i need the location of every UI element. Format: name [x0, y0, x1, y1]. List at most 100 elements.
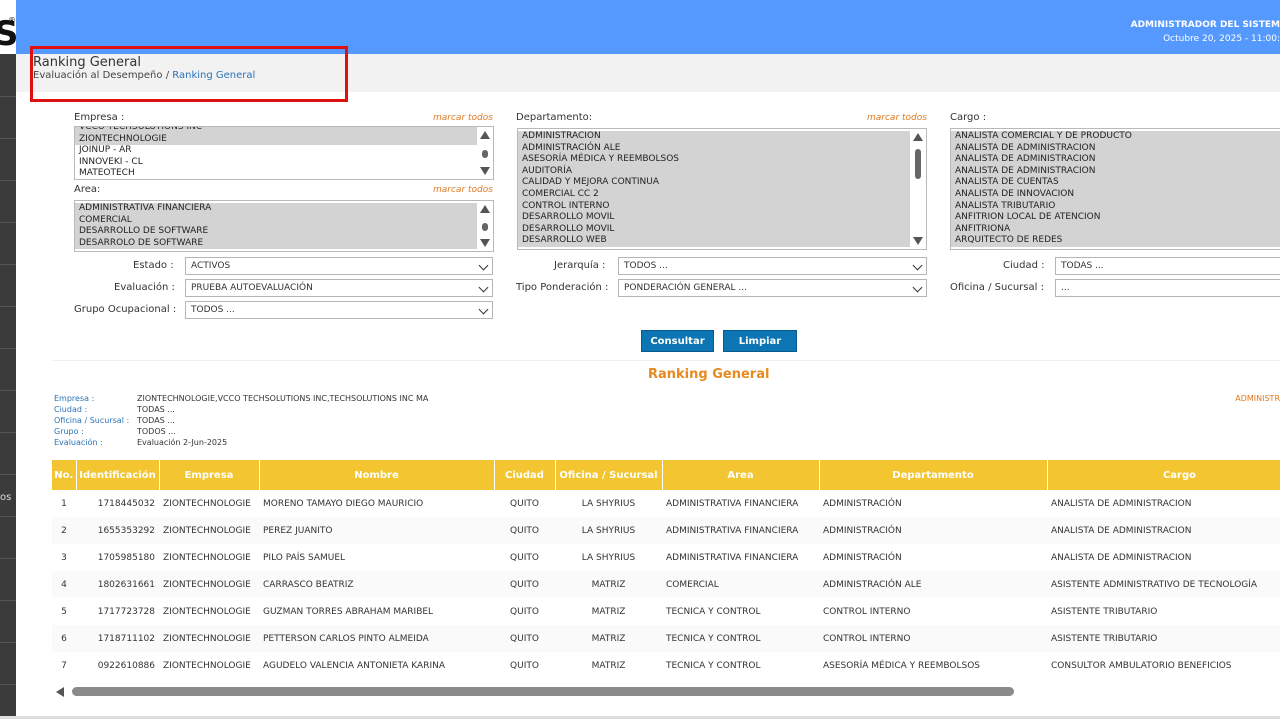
scroll-down-icon[interactable] — [480, 239, 490, 247]
ranking-table-container[interactable]: No. Identificación Empresa Nombre Ciudad Ofic… — [52, 460, 1280, 680]
scroll-thumb[interactable] — [482, 223, 488, 231]
limpiar-button[interactable]: Limpiar — [723, 330, 797, 352]
table-row[interactable]: 1 1718445032 ZIONTECHNOLOGIE MORENO TAMAYO … — [52, 490, 1280, 517]
scroll-up-icon[interactable] — [913, 133, 923, 141]
area-mark-all-link[interactable]: marcar todos — [433, 185, 493, 195]
oficina-select[interactable]: ... — [1055, 279, 1280, 297]
horizontal-scrollbar[interactable] — [52, 684, 1280, 700]
table-cell: MORENO TAMAYO DIEGO MAURICIO — [263, 498, 424, 509]
table-row[interactable]: 6 1718711102 ZIONTECHNOLOGIE PETTERSON CARL… — [52, 625, 1280, 652]
empresa-option[interactable]: MATEOTECH — [75, 168, 477, 179]
table-cell: PETTERSON CARLOS PINTO ALMEIDA — [259, 625, 494, 652]
estado-label: Estado : — [133, 260, 174, 271]
area-listbox[interactable]: ADMINISTRATIVA FINANCIERA COMERCIAL DESARR… — [74, 200, 494, 252]
departamento-option[interactable]: ASESORÍA MÉDICA Y REEMBOLSOS — [518, 154, 910, 166]
table-row[interactable]: 2 1655353292 ZIONTECHNOLOGIE PEREZ JUANITO Q… — [52, 517, 1280, 544]
evaluacion-select[interactable]: PRUEBA AUTOEVALUACIÓN — [185, 279, 493, 297]
scroll-up-icon[interactable] — [480, 205, 490, 213]
departamento-option[interactable]: ADMINISTRACIÓN — [518, 131, 910, 143]
column-header[interactable]: Oficina / Sucursal — [555, 460, 663, 490]
cargo-option[interactable]: ANALISTA DE ADMINISTRACION — [951, 165, 1280, 178]
sidebar-divider — [0, 642, 16, 643]
sidebar-divider — [0, 474, 16, 475]
departamento-listbox[interactable]: ADMINISTRACIÓN ADMINISTRACIÓN ALE ASESORÍA… — [517, 128, 927, 250]
departamento-option[interactable]: CONTROL INTERNO — [518, 200, 910, 213]
scroll-up-icon[interactable] — [480, 131, 490, 139]
departamento-option[interactable]: DESARROLLO MOVIL — [518, 223, 910, 236]
departamento-option[interactable]: COMERCIAL CC 2 — [518, 188, 910, 201]
cargo-option[interactable]: ARQUITECTO DE REDES — [951, 235, 1280, 247]
departamento-option[interactable]: DESARROLLO MOVIL — [518, 212, 910, 224]
cargo-option[interactable]: ANALISTA DE CUENTAS — [951, 177, 1280, 189]
departamento-option[interactable]: ADMINISTRACIÓN ALE — [518, 142, 910, 155]
scroll-down-icon[interactable] — [913, 237, 923, 245]
sidebar-item-label[interactable]: os — [0, 492, 11, 503]
scroll-thumb[interactable] — [482, 150, 488, 158]
empresa-option[interactable]: INNOVEKI - CL — [75, 157, 477, 169]
cargo-listbox[interactable]: ANALISTA COMERCIAL Y DE PRODUCTO ANALISTA… — [950, 128, 1280, 250]
cargo-option[interactable]: ANALISTA TRIBUTARIO — [951, 200, 1280, 213]
column-header[interactable]: Identificación — [76, 460, 160, 490]
area-option[interactable]: DESARROLLO DE SOFTWARE — [75, 226, 477, 238]
table-cell: QUITO — [510, 606, 539, 617]
table-row[interactable]: 7 0922610886 ZIONTECHNOLOGIE AGUDELO VALENC… — [52, 652, 1280, 679]
empresa-scrollbar[interactable] — [477, 127, 493, 179]
area-option[interactable]: ADMINISTRATIVA FINANCIERA — [75, 203, 477, 215]
area-scrollbar[interactable] — [477, 201, 493, 251]
scroll-left-icon[interactable] — [56, 687, 64, 697]
departamento-mark-all-link[interactable]: marcar todos — [867, 113, 927, 123]
table-row[interactable]: 5 1717723728 ZIONTECHNOLOGIE GUZMAN TORRES … — [52, 598, 1280, 625]
cargo-option[interactable]: ANALISTA DE ADMINISTRACION — [951, 142, 1280, 155]
column-header[interactable]: Ciudad — [494, 460, 556, 490]
departamento-option[interactable]: DESARROLLO WEB — [518, 235, 910, 247]
table-cell: PILO PAÍS SAMUEL — [263, 552, 346, 563]
table-row[interactable]: 3 1705985180 ZIONTECHNOLOGIE PILO PAÍS SAMU… — [52, 544, 1280, 571]
column-header[interactable]: No. — [52, 460, 77, 490]
table-cell: ANALISTA DE ADMINISTRACION — [1051, 498, 1192, 509]
estado-select[interactable]: ACTIVOS — [185, 257, 493, 275]
grupo-select[interactable]: TODOS ... — [185, 301, 493, 319]
scroll-down-icon[interactable] — [480, 167, 490, 175]
table-row[interactable]: 4 1802631661 ZIONTECHNOLOGIE CARRASCO BEATR… — [52, 571, 1280, 598]
cargo-option[interactable]: ANALISTA COMERCIAL Y DE PRODUCTO — [951, 131, 1280, 143]
area-option[interactable]: DESARROLO DE SOFTWARE — [75, 237, 477, 250]
departamento-option[interactable]: CALIDAD Y MEJORA CONTINUA — [518, 177, 910, 189]
consultar-button[interactable]: Consultar — [641, 330, 714, 352]
breadcrumb-current[interactable]: Ranking General — [172, 70, 255, 81]
empresa-mark-all-link[interactable]: marcar todos — [433, 113, 493, 123]
departamento-scrollbar[interactable] — [910, 129, 926, 249]
ciudad-select[interactable]: TODAS ... — [1055, 257, 1280, 275]
empresa-option[interactable]: VCCO TECHSOLUTIONS INC — [75, 127, 477, 134]
table-cell: ZIONTECHNOLOGIE — [159, 625, 259, 652]
cargo-option[interactable]: ANFITRION LOCAL DE ATENCION — [951, 212, 1280, 224]
empresa-option[interactable]: JOINUP - AR — [75, 145, 477, 157]
area-option[interactable]: COMERCIAL — [75, 214, 477, 227]
summary-key: Oficina / Sucursal : — [54, 416, 130, 425]
table-cell: ADMINISTRACIÓN ALE — [819, 571, 1047, 598]
column-header[interactable]: Area — [662, 460, 820, 490]
empresa-option[interactable]: ZIONTECHNOLOGIE — [75, 133, 477, 146]
table-cell: 1802631661 — [76, 571, 159, 598]
cargo-option[interactable]: ANALISTA DE ADMINISTRACION — [951, 154, 1280, 166]
column-header[interactable]: Cargo — [1047, 460, 1280, 490]
scroll-thumb[interactable] — [915, 149, 921, 179]
tipo-ponderacion-select[interactable]: PONDERACIÓN GENERAL ... — [618, 279, 927, 297]
breadcrumb-area: Ranking General Evaluación al Desempeño … — [16, 54, 1280, 92]
empresa-listbox[interactable]: VCCO TECHSOLUTIONS INC ZIONTECHNOLOGIE JOI… — [74, 126, 494, 180]
column-header[interactable]: Departamento — [819, 460, 1048, 490]
departamento-option[interactable]: AUDITORÍA — [518, 165, 910, 178]
breadcrumb-parent[interactable]: Evaluación al Desempeño — [33, 70, 163, 81]
column-header[interactable]: Empresa — [159, 460, 260, 490]
app-logo[interactable]: S ® — [0, 0, 16, 54]
ciudad-value: TODAS ... — [1061, 261, 1104, 271]
user-name[interactable]: ADMINISTRADOR DEL SISTEM — [1131, 20, 1280, 30]
table-cell: LA SHYRIUS — [581, 498, 636, 509]
cargo-option[interactable]: ANALISTA DE INNOVACION — [951, 188, 1280, 201]
scroll-thumb[interactable] — [72, 687, 1014, 696]
table-cell: 5 — [61, 606, 67, 617]
jerarquia-select[interactable]: TODOS ... — [618, 257, 927, 275]
column-header[interactable]: Nombre — [259, 460, 495, 490]
table-cell: MATRIZ — [591, 660, 626, 671]
chevron-down-icon — [912, 282, 923, 293]
cargo-option[interactable]: ANFITRIONA — [951, 223, 1280, 236]
